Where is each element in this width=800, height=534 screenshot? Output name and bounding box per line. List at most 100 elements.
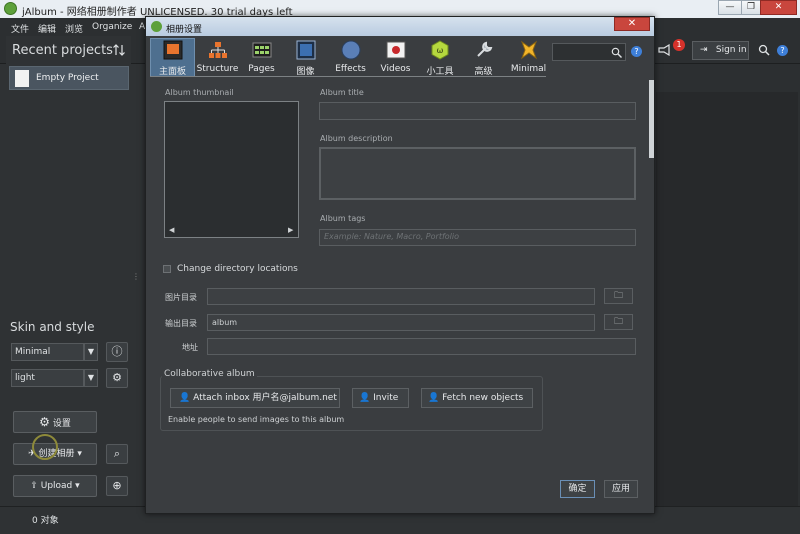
style-settings-button[interactable]: ⚙ (106, 368, 128, 388)
sign-in-button[interactable]: ⇥ Sign in (692, 41, 749, 60)
address-input[interactable] (207, 338, 636, 355)
tab-advanced[interactable]: 高级 (462, 38, 505, 77)
image-dir-browse-button[interactable]: 🗀 (604, 288, 633, 304)
fetch-new-label: Fetch new objects (442, 393, 524, 403)
close-window-button[interactable]: ✕ (760, 0, 797, 15)
tab-label: 高级 (474, 67, 493, 77)
album-thumbnail-label: Album thumbnail (165, 88, 234, 97)
effects-icon (341, 40, 360, 60)
skin-info-button[interactable]: ⓘ (106, 342, 128, 362)
dialog-close-button[interactable]: ✕ (614, 17, 650, 31)
style-select[interactable]: light (11, 369, 84, 387)
main-panel-icon (163, 40, 182, 60)
restore-button[interactable]: ❐ (741, 0, 761, 15)
dialog-help-icon[interactable]: ? (631, 46, 642, 57)
minimize-button[interactable]: — (718, 0, 742, 15)
sort-icon[interactable] (113, 44, 126, 56)
tab-widgets[interactable]: ω 小工具 (418, 38, 462, 77)
image-dir-input[interactable] (207, 288, 595, 305)
dialog-titlebar (146, 17, 654, 36)
tab-pages[interactable]: Pages (240, 38, 283, 76)
thumbnail-prev-icon[interactable]: ◀ (169, 226, 174, 234)
menu-organize[interactable]: Organize (92, 22, 132, 32)
output-dir-input[interactable]: album (207, 314, 595, 331)
tab-label: Pages (248, 64, 275, 74)
tab-label: Structure (196, 64, 239, 74)
style-select-arrow[interactable]: ▼ (84, 369, 98, 387)
folder-icon: 🗀 (613, 317, 623, 327)
search-icon (611, 47, 622, 58)
skin-style-title: Skin and style (10, 320, 95, 334)
upload-button[interactable]: ⇪ Upload ▾ (13, 475, 97, 497)
svg-text:ω: ω (437, 46, 444, 55)
ok-button[interactable]: 确定 (560, 480, 595, 498)
upload-label: Upload (40, 481, 73, 491)
tab-videos[interactable]: Videos (373, 38, 418, 76)
zoom-button[interactable]: ⊕ (106, 476, 128, 496)
right-panel-content (656, 92, 798, 506)
tab-label: Minimal (510, 64, 547, 74)
tab-skin[interactable]: Minimal (507, 38, 550, 76)
click-highlight-ring (32, 434, 58, 460)
album-description-label: Album description (320, 134, 393, 143)
menu-view[interactable]: 浏览 (65, 22, 83, 35)
tab-main[interactable]: 主面板 (150, 38, 195, 77)
preview-button[interactable]: ⌕ (106, 444, 128, 464)
video-icon (386, 41, 405, 59)
album-tags-input[interactable]: Example: Nature, Macro, Portfolio (319, 229, 636, 246)
project-item-label: Empty Project (36, 73, 99, 83)
attach-inbox-button[interactable]: 👤 Attach inbox 用户名@jalbum.net (170, 388, 340, 408)
help-icon[interactable]: ? (777, 45, 788, 56)
object-count: 0 对象 (32, 516, 59, 526)
advanced-icon (476, 41, 492, 57)
dialog-title: 相册设置 (166, 25, 203, 35)
skin-select-arrow[interactable]: ▼ (84, 343, 98, 361)
album-title-label: Album title (320, 88, 364, 97)
change-dir-label: Change directory locations (177, 264, 298, 274)
apply-button[interactable]: 应用 (604, 480, 638, 498)
splitter-handle[interactable]: ⋮ (132, 272, 140, 284)
album-tags-placeholder: Example: Nature, Macro, Portfolio (324, 232, 460, 241)
skin-icon (520, 40, 537, 60)
settings-button[interactable]: ⚙ 设置 (13, 411, 97, 433)
widgets-icon: ω (431, 40, 449, 60)
thumbnail-next-icon[interactable]: ▶ (288, 226, 293, 234)
dialog-app-icon (151, 21, 162, 32)
tab-label: 主面板 (158, 67, 186, 77)
gear-icon: ⚙ (112, 371, 122, 384)
sign-in-icon: ⇥ (700, 45, 708, 55)
album-title-input[interactable] (319, 102, 636, 120)
skin-select[interactable]: Minimal (11, 343, 84, 361)
change-dir-checkbox[interactable] (163, 265, 171, 273)
invite-button[interactable]: 👤 Invite (352, 388, 409, 408)
fetch-icon: 👤 (428, 393, 440, 403)
menu-edit[interactable]: 编辑 (38, 22, 56, 35)
collab-hint: Enable people to send images to this alb… (168, 415, 345, 424)
tab-label: 小工具 (426, 67, 454, 77)
gear-icon: ⚙ (39, 415, 50, 429)
tab-effects[interactable]: Effects (328, 38, 373, 76)
tab-image[interactable]: 图像 (283, 38, 328, 77)
album-thumbnail[interactable] (164, 101, 299, 238)
search-icon[interactable] (758, 44, 770, 56)
pages-icon (252, 42, 271, 58)
fetch-new-button[interactable]: 👤 Fetch new objects (421, 388, 533, 408)
settings-button-label: 设置 (52, 419, 71, 429)
folder-icon: 🗀 (613, 291, 623, 301)
tab-label: Effects (335, 64, 366, 74)
output-dir-browse-button[interactable]: 🗀 (604, 314, 633, 330)
image-icon (296, 40, 315, 60)
attach-inbox-label: Attach inbox 用户名@jalbum.net (193, 393, 337, 403)
album-description-textarea[interactable] (319, 147, 636, 200)
notification-badge: 1 (673, 39, 685, 51)
album-tags-label: Album tags (320, 214, 366, 223)
menu-file[interactable]: 文件 (11, 22, 29, 35)
chevron-down-icon: ▾ (75, 481, 80, 491)
zoom-icon: ⊕ (112, 479, 122, 492)
dialog-scrollbar[interactable] (649, 80, 654, 158)
recent-projects-title: Recent projects (12, 43, 113, 58)
announcement-icon[interactable] (658, 44, 672, 56)
upload-icon: ⇪ (30, 481, 38, 491)
output-dir-label: 输出目录 (165, 319, 197, 328)
tab-structure[interactable]: Structure (195, 38, 240, 76)
